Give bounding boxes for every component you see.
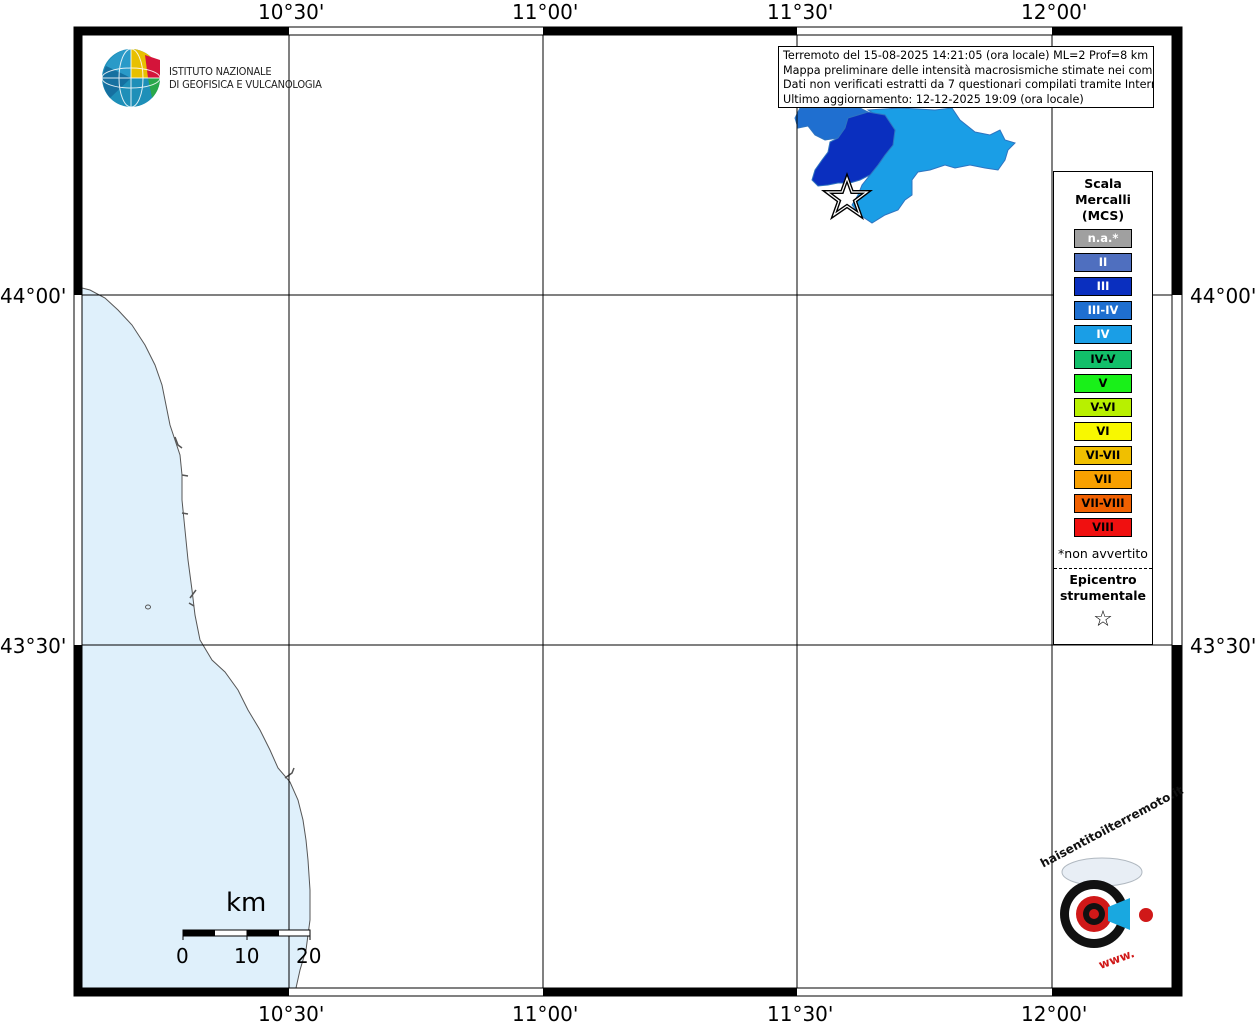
institute-name: ISTITUTO NAZIONALE DI GEOFISICA E VULCAN… xyxy=(169,65,322,91)
legend-item: IV-V xyxy=(1074,349,1132,369)
coast-detail xyxy=(181,474,189,477)
lon-tick-top: 12°00' xyxy=(1021,0,1088,24)
legend-item: VIII xyxy=(1074,518,1132,538)
event-info-line1: Terremoto del 15-08-2025 14:21:05 (ora l… xyxy=(783,49,1149,62)
lon-tick-bottom: 11°00' xyxy=(512,1002,579,1026)
lat-tick-right: 44°00' xyxy=(1190,284,1255,308)
legend-separator xyxy=(1054,568,1152,569)
institute-line2: DI GEOFISICA E VULCANOLOGIA xyxy=(169,78,322,91)
lon-tick-top: 10°30' xyxy=(258,0,325,24)
institute-line1: ISTITUTO NAZIONALE xyxy=(169,65,272,78)
legend-item: V xyxy=(1074,373,1132,393)
event-info-line4: Ultimo aggiornamento: 12-12-2025 19:09 (… xyxy=(783,92,1084,106)
legend-item: IV xyxy=(1074,325,1132,345)
legend-note: *non avvertito xyxy=(1058,546,1148,561)
legend-item: V-VI xyxy=(1074,397,1132,417)
lon-tick-top: 11°00' xyxy=(512,0,579,24)
scale-unit: km xyxy=(226,888,267,918)
legend-item: III-IV xyxy=(1074,301,1132,321)
legend-title: Scala Mercalli (MCS) xyxy=(1054,176,1152,224)
legend-item: VI xyxy=(1074,421,1132,441)
scale-label-10: 10 xyxy=(234,944,260,968)
event-info-line2: Mappa preliminare delle intensità macros… xyxy=(783,63,1154,77)
island xyxy=(145,604,151,610)
lon-tick-bottom: 10°30' xyxy=(258,1002,325,1026)
epicenter-line2: strumentale xyxy=(1059,588,1147,603)
lat-tick-left: 43°30' xyxy=(0,634,67,658)
epicenter-legend-label: Epicentro strumentale xyxy=(1054,572,1152,604)
legend-item: II xyxy=(1074,253,1132,273)
mcs-legend: Scala Mercalli (MCS) n.a.* II III III-IV IV I… xyxy=(1053,171,1153,645)
event-info-line3: Dati non verificati estratti da 7 questi… xyxy=(783,78,1154,91)
epicenter-legend-star-icon: ☆ xyxy=(1093,607,1113,632)
lon-tick-bottom: 11°30' xyxy=(767,1002,834,1026)
scale-label-20: 20 xyxy=(296,944,322,968)
legend-title-line1: Scala xyxy=(1084,176,1122,191)
legend-item: VII-VIII xyxy=(1074,494,1132,514)
epicenter-line1: Epicentro xyxy=(1069,572,1137,587)
coast-detail xyxy=(181,512,189,515)
lon-tick-top: 11°30' xyxy=(767,0,834,24)
lon-tick-bottom: 12°00' xyxy=(1021,1002,1088,1026)
legend-item: III xyxy=(1074,277,1132,297)
legend-title-line2: Mercalli xyxy=(1075,192,1131,207)
legend-item: VI-VII xyxy=(1074,445,1132,465)
legend-title-line3: (MCS) xyxy=(1081,208,1125,223)
scale-label-0: 0 xyxy=(176,944,189,968)
lat-tick-left: 44°00' xyxy=(0,284,67,308)
ingv-globe-logo xyxy=(101,48,161,108)
legend-item: VII xyxy=(1074,470,1132,489)
legend-item: n.a.* xyxy=(1074,229,1132,248)
event-info-box: Terremoto del 15-08-2025 14:21:05 (ora l… xyxy=(778,46,1154,108)
lat-tick-right: 43°30' xyxy=(1190,634,1255,658)
